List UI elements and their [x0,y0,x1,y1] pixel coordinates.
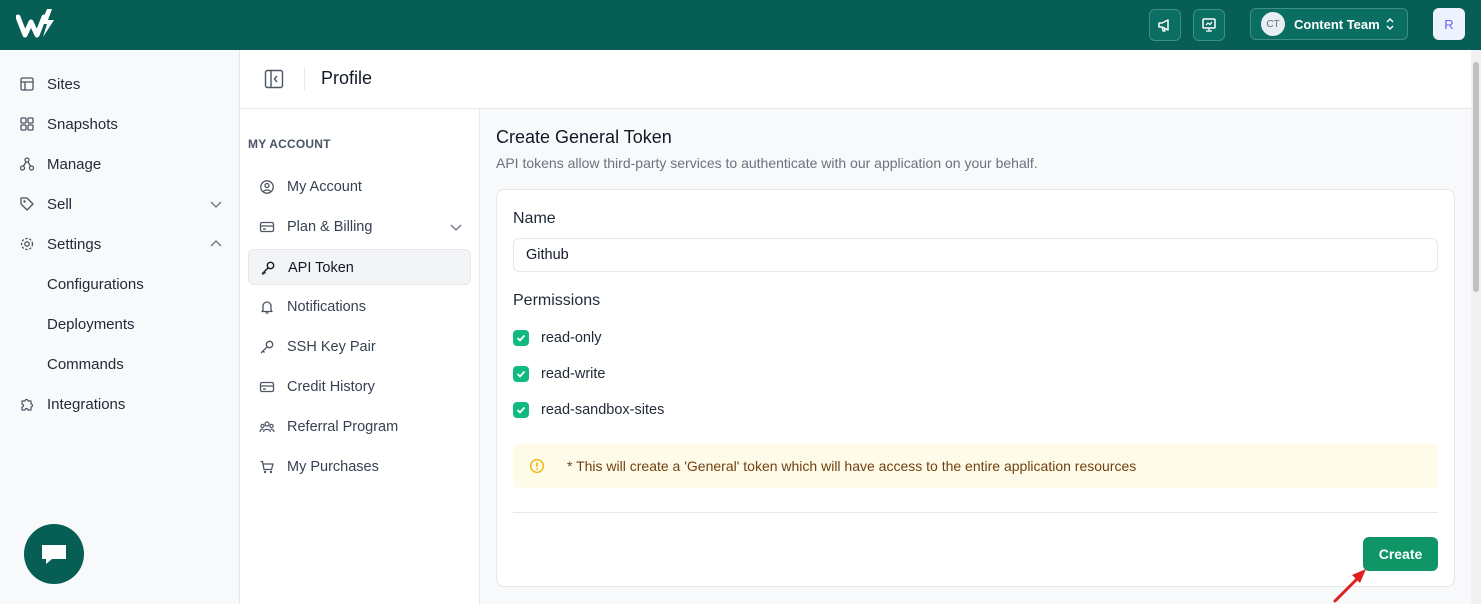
team-name: Content Team [1294,16,1380,32]
account-item-label: Plan & Billing [287,219,373,235]
name-label: Name [513,210,556,227]
main-content: Create General Token API tokens allow th… [480,109,1471,604]
account-item-label: Referral Program [287,419,399,435]
permission-read-only[interactable]: read-only [513,328,601,348]
account-item-label: API Token [288,260,354,276]
sidebar-toggle-icon[interactable] [264,69,284,89]
permission-label: read-sandbox-sites [541,402,665,418]
sidebar-item-snapshots[interactable]: Snapshots [0,104,239,144]
sidebar-item-label: Manage [47,156,102,173]
account-item-label: Credit History [287,379,375,395]
card-icon [259,221,275,233]
sidebar-item-label: Sites [47,76,81,93]
check-icon [516,406,526,414]
sidebar-item-label: Snapshots [47,116,118,133]
permissions-label: Permissions [513,292,601,309]
logo-icon[interactable] [16,9,56,41]
sidebar-item-manage[interactable]: Manage [0,144,239,184]
chevron-down-icon [210,201,222,208]
header-divider [304,68,305,90]
sidebar-item-sell[interactable]: Sell [0,184,239,224]
sidebar-item-commands[interactable]: Commands [0,344,239,384]
bell-icon [261,301,273,314]
general-token-notice: * This will create a 'General' token whi… [513,444,1438,488]
page-title: Profile [321,68,373,88]
chat-widget-button[interactable] [24,524,84,584]
user-avatar[interactable]: R [1433,8,1465,40]
user-circle-icon [260,180,274,194]
cart-icon [260,460,274,474]
permission-read-sandbox-sites[interactable]: read-sandbox-sites [513,400,664,420]
account-item-ssh-key-pair[interactable]: SSH Key Pair [248,329,471,365]
sidebar-item-integrations[interactable]: Integrations [0,384,239,424]
token-form-card: Name Permissions read-only read-write re… [496,189,1455,587]
check-icon [516,370,526,378]
permission-label: read-write [541,366,606,382]
grid-icon [20,117,34,131]
nodes-icon [19,157,35,171]
account-menu: MY ACCOUNT My Account Plan & Billing API… [240,109,480,604]
account-item-credit-history[interactable]: Credit History [248,369,471,405]
create-button[interactable]: Create [1363,537,1438,571]
announcements-button[interactable] [1149,9,1181,41]
permission-label: read-only [541,330,602,346]
section-title: Create General Token [496,127,672,147]
team-switcher[interactable]: CT Content Team [1250,8,1408,40]
key-icon [260,340,274,354]
section-description: API tokens allow third-party services to… [496,155,1038,171]
sidebar-item-sites[interactable]: Sites [0,64,239,104]
permission-checkbox[interactable] [513,402,529,418]
page-header: Profile [240,50,1471,109]
chevron-up-icon [210,240,222,247]
sidebar-item-label: Deployments [47,316,135,333]
page-scrollbar[interactable] [1471,50,1481,604]
sidebar-item-label: Integrations [47,396,126,413]
account-item-notifications[interactable]: Notifications [248,289,471,325]
sidebar-item-label: Configurations [47,276,144,293]
chevron-down-icon [450,224,462,231]
warning-icon [529,458,545,474]
key-icon [261,261,275,275]
chat-icon [42,545,66,564]
sidebar-item-settings[interactable]: Settings [0,224,239,264]
sidebar-item-configurations[interactable]: Configurations [0,264,239,304]
account-item-my-account[interactable]: My Account [248,169,471,205]
permission-read-write[interactable]: read-write [513,364,605,384]
account-item-label: SSH Key Pair [287,339,376,355]
account-item-label: My Purchases [287,459,379,475]
gear-icon [20,237,34,251]
tag-icon [20,197,34,211]
card-icon [259,381,275,393]
puzzle-icon [21,398,34,411]
sidebar-item-label: Commands [47,356,124,373]
permission-checkbox[interactable] [513,366,529,382]
account-item-api-token[interactable]: API Token [248,249,471,285]
scrollbar-thumb[interactable] [1473,62,1479,292]
layout-icon [20,77,34,91]
account-item-plan-billing[interactable]: Plan & Billing [248,209,471,245]
megaphone-icon [1158,19,1169,32]
account-item-label: My Account [287,179,362,195]
sidebar-item-deployments[interactable]: Deployments [0,304,239,344]
team-avatar: CT [1261,12,1285,36]
account-item-my-purchases[interactable]: My Purchases [248,449,471,485]
account-item-referral-program[interactable]: Referral Program [248,409,471,445]
form-divider [513,512,1438,513]
notice-text: * This will create a 'General' token whi… [567,458,1137,474]
account-section-label: MY ACCOUNT [248,137,331,151]
presentation-icon [1202,18,1216,32]
top-bar: CT Content Team R [0,0,1481,50]
check-icon [516,334,526,342]
permission-checkbox[interactable] [513,330,529,346]
main-sidebar: Sites Snapshots Manage Sell Settings Con… [0,50,240,604]
annotation-arrow-icon [1333,569,1366,603]
users-icon [259,421,275,433]
account-item-label: Notifications [287,299,366,315]
sidebar-item-label: Settings [47,236,102,253]
presentation-button[interactable] [1193,9,1225,41]
token-name-input[interactable] [513,238,1438,272]
chevron-updown-icon [1386,18,1394,30]
sidebar-item-label: Sell [47,196,73,213]
